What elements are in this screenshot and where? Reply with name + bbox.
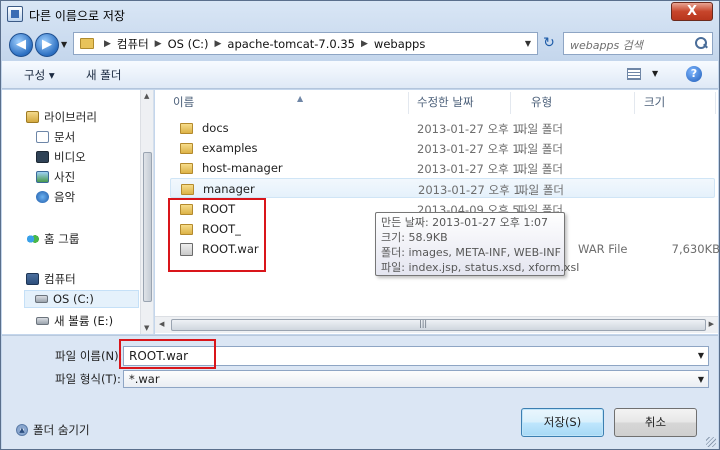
organize-button[interactable]: 구성 ▾ [24, 67, 55, 83]
nav-scrollbar[interactable]: ▲ ▼ [140, 90, 153, 334]
close-button[interactable]: X [671, 2, 713, 21]
view-options-dropdown[interactable]: ▼ [652, 69, 658, 78]
cancel-button[interactable]: 취소 [614, 408, 697, 437]
file-row[interactable]: manager 2013-01-27 오후 1... 파일 폴더 [170, 178, 715, 198]
save-button[interactable]: 저장(S) [521, 408, 604, 437]
filetype-select[interactable]: *.war ▼ [123, 370, 709, 388]
pictures-icon [36, 171, 49, 183]
file-size: 7,630KB [671, 242, 720, 256]
file-type: 파일 폴더 [518, 183, 564, 197]
file-row[interactable]: host-manager 2013-01-27 오후 1... 파일 폴더 [170, 158, 715, 178]
nav-item-homegroup[interactable]: 홈 그룹 [26, 230, 79, 248]
hide-folders-toggle[interactable]: ▲ 폴더 숨기기 [16, 422, 90, 438]
navigation-pane: 라이브러리 문서 비디오 사진 음악 홈 그룹 컴퓨터 OS (C:) 새 볼륨… [2, 90, 154, 334]
search-placeholder: webapps 검색 [570, 39, 643, 52]
search-input[interactable]: webapps 검색 [563, 32, 713, 55]
file-date: 2013-01-27 오후 1... [417, 162, 531, 176]
new-folder-button[interactable]: 새 폴더 [86, 67, 121, 83]
folder-info-tooltip: 만든 날짜: 2013-01-27 오후 1:07 크기: 58.9KB 폴더:… [375, 212, 580, 276]
address-dropdown[interactable]: ▼ [525, 39, 531, 48]
documents-icon [36, 131, 49, 143]
refresh-icon[interactable]: ↻ [539, 32, 559, 55]
folder-icon [181, 183, 194, 195]
highlight-box-root-files [168, 198, 266, 272]
folder-icon [180, 142, 193, 154]
scroll-grip-icon: ||| [419, 319, 428, 328]
drive-icon [35, 295, 48, 303]
filetype-value: *.war [129, 372, 160, 386]
column-header-type[interactable]: 유형 [525, 92, 635, 114]
nav-scroll-thumb[interactable] [143, 152, 152, 302]
music-icon [36, 191, 49, 203]
save-as-dialog: 다른 이름으로 저장 X ◀ ▶ ▼ ▶ 컴퓨터 ▶ OS (C:) ▶ apa… [0, 0, 720, 450]
help-icon[interactable]: ? [686, 66, 702, 82]
file-date: 2013-01-27 오후 1... [417, 142, 531, 156]
scroll-right-icon[interactable]: ▶ [709, 320, 714, 328]
tooltip-size: 크기: 58.9KB [381, 231, 448, 244]
file-date: 2013-01-27 오후 1... [417, 122, 531, 136]
file-name: manager [203, 182, 255, 196]
nav-item-drive-c[interactable]: OS (C:) [24, 290, 139, 308]
sort-up-icon: ▲ [297, 94, 304, 103]
nav-item-libraries[interactable]: 라이브러리 [26, 108, 97, 126]
file-name: examples [202, 141, 258, 155]
file-type: 파일 폴더 [517, 122, 563, 136]
filename-label: 파일 이름(N): [55, 349, 123, 363]
breadcrumb-tomcat[interactable]: apache-tomcat-7.0.35 [227, 37, 355, 51]
homegroup-icon [26, 233, 39, 245]
file-type: WAR File [578, 242, 628, 256]
search-icon[interactable] [695, 37, 707, 49]
chevron-down-icon: ▼ [697, 375, 704, 384]
command-bar: 구성 ▾ 새 폴더 ▼ ? [2, 61, 718, 89]
file-date: 2013-01-27 오후 1... [418, 183, 532, 197]
back-arrow-icon[interactable]: ◀ [9, 33, 33, 57]
file-type: 파일 폴더 [517, 142, 563, 156]
horizontal-scroll-thumb[interactable] [171, 319, 706, 331]
libraries-icon [26, 111, 39, 123]
recent-pages-dropdown[interactable]: ▼ [61, 40, 67, 49]
nav-item-music[interactable]: 음악 [36, 188, 75, 206]
tooltip-folders: 폴더: images, META-INF, WEB-INF [381, 246, 561, 259]
file-name: docs [202, 121, 229, 135]
filename-history-dropdown[interactable]: ▼ [698, 351, 704, 360]
breadcrumb-webapps[interactable]: webapps [374, 37, 425, 51]
nav-item-videos[interactable]: 비디오 [36, 148, 86, 166]
dialog-title: 다른 이름으로 저장 [29, 9, 125, 23]
scroll-left-icon[interactable]: ◀ [159, 320, 164, 328]
videos-icon [36, 151, 49, 163]
nav-item-drive-e[interactable]: 새 볼륨 (E:) [36, 312, 113, 330]
column-header-date[interactable]: 수정한 날짜 [411, 92, 511, 114]
folder-icon [180, 162, 193, 174]
highlight-box-filename [119, 339, 216, 369]
file-type: 파일 폴더 [517, 162, 563, 176]
file-row[interactable]: examples 2013-01-27 오후 1... 파일 폴더 [170, 138, 715, 158]
nav-item-computer[interactable]: 컴퓨터 [26, 270, 76, 288]
folder-icon [180, 122, 193, 134]
nav-item-documents[interactable]: 문서 [36, 128, 75, 146]
column-header-name[interactable]: 이름 ▲ [167, 92, 409, 114]
file-name: host-manager [202, 161, 283, 175]
collapse-icon: ▲ [16, 424, 28, 436]
address-bar[interactable]: ▶ 컴퓨터 ▶ OS (C:) ▶ apache-tomcat-7.0.35 ▶… [73, 32, 538, 55]
folder-icon [80, 38, 94, 49]
tooltip-files: 파일: index.jsp, status.xsd, xform.xsl [381, 261, 580, 274]
filetype-label: 파일 형식(T): [55, 372, 121, 386]
drive-icon [36, 317, 49, 325]
title-bar[interactable]: 다른 이름으로 저장 X [1, 1, 719, 29]
view-options-icon[interactable] [627, 68, 641, 80]
dialog-icon [7, 6, 23, 22]
file-row[interactable]: docs 2013-01-27 오후 1... 파일 폴더 [170, 118, 715, 138]
column-header-size[interactable]: 크기 [638, 92, 716, 114]
horizontal-scrollbar[interactable]: ◀ ||| ▶ [155, 316, 718, 333]
save-options-panel: 파일 이름(N): ROOT.war ▼ 파일 형식(T): *.war ▼ ▲… [2, 335, 718, 449]
scroll-up-icon[interactable]: ▲ [144, 92, 149, 100]
computer-icon [26, 273, 39, 285]
scroll-down-icon[interactable]: ▼ [144, 324, 149, 332]
forward-arrow-icon[interactable]: ▶ [35, 33, 59, 57]
tooltip-created: 만든 날짜: 2013-01-27 오후 1:07 [381, 216, 549, 229]
breadcrumb-drive-c[interactable]: OS (C:) [168, 37, 209, 51]
nav-item-pictures[interactable]: 사진 [36, 168, 75, 186]
breadcrumb-computer[interactable]: 컴퓨터 [117, 36, 149, 52]
resize-grip[interactable] [706, 437, 716, 447]
